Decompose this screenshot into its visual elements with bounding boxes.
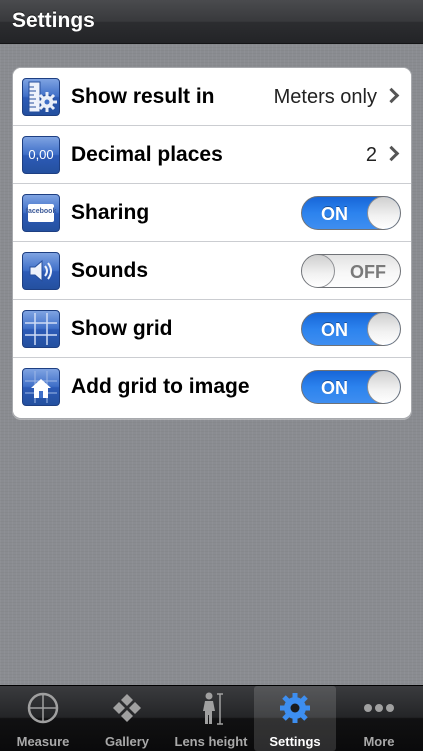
tab-lens-height[interactable]: Lens height — [170, 686, 252, 751]
navigation-bar: Settings — [0, 0, 423, 44]
tab-measure[interactable]: Measure — [2, 686, 84, 751]
toggle-state: ON — [321, 378, 348, 398]
row-sharing: facebook Sharing ON — [13, 184, 411, 242]
toggle-knob — [302, 255, 335, 287]
add-grid-toggle[interactable]: ON — [301, 370, 401, 404]
toggle-knob — [367, 371, 400, 403]
sounds-toggle[interactable]: OFF — [301, 254, 401, 288]
crosshair-icon — [26, 691, 60, 725]
tab-label: Lens height — [174, 734, 248, 749]
house-grid-icon — [22, 368, 60, 406]
row-show-grid: Show grid ON — [13, 300, 411, 358]
toggle-knob — [367, 197, 400, 229]
show-grid-toggle[interactable]: ON — [301, 312, 401, 346]
gear-icon — [278, 691, 312, 725]
row-label: Sharing — [71, 201, 150, 224]
row-value: 2 — [365, 144, 377, 166]
decimal-icon: 0,00 — [22, 136, 60, 174]
chevron-right-icon — [383, 87, 400, 104]
tab-label: Gallery — [104, 734, 150, 749]
facebook-icon: facebook — [22, 194, 60, 232]
tab-more[interactable]: More — [338, 686, 420, 751]
row-value: Meters only — [273, 86, 377, 108]
more-dots-icon — [362, 691, 396, 725]
speaker-icon — [22, 252, 60, 290]
row-label: Add grid to image — [71, 375, 250, 398]
row-decimal-places[interactable]: 0,00 Decimal places 2 — [13, 126, 411, 184]
tab-settings[interactable]: Settings — [254, 686, 336, 751]
row-add-grid-to-image: Add grid to image ON — [13, 358, 411, 416]
tab-label: Settings — [269, 734, 321, 749]
toggle-state: ON — [321, 320, 348, 340]
row-label: Show grid — [71, 317, 173, 340]
person-height-icon — [194, 691, 228, 725]
toggle-state: ON — [321, 204, 348, 224]
grid-icon — [22, 310, 60, 348]
tab-label: Measure — [16, 734, 70, 749]
row-sounds: Sounds OFF — [13, 242, 411, 300]
tab-bar: Measure Gallery Lens height Settings Mor… — [0, 685, 423, 751]
settings-group: Show result in Meters only 0,00 Decimal … — [12, 67, 412, 419]
row-show-result-in[interactable]: Show result in Meters only — [13, 68, 411, 126]
row-label: Show result in — [71, 85, 215, 108]
row-label: Sounds — [71, 259, 148, 282]
ruler-gear-icon — [22, 78, 60, 116]
facebook-icon-text: facebook — [25, 208, 57, 215]
tab-gallery[interactable]: Gallery — [86, 686, 168, 751]
page-title: Settings — [12, 9, 95, 32]
row-label: Decimal places — [71, 143, 223, 166]
toggle-knob — [367, 313, 400, 345]
decimal-icon-text: 0,00 — [28, 147, 54, 162]
sharing-toggle[interactable]: ON — [301, 196, 401, 230]
gallery-diamonds-icon — [110, 691, 144, 725]
chevron-right-icon — [383, 145, 400, 162]
toggle-state: OFF — [350, 262, 386, 282]
tab-label: More — [363, 734, 395, 749]
